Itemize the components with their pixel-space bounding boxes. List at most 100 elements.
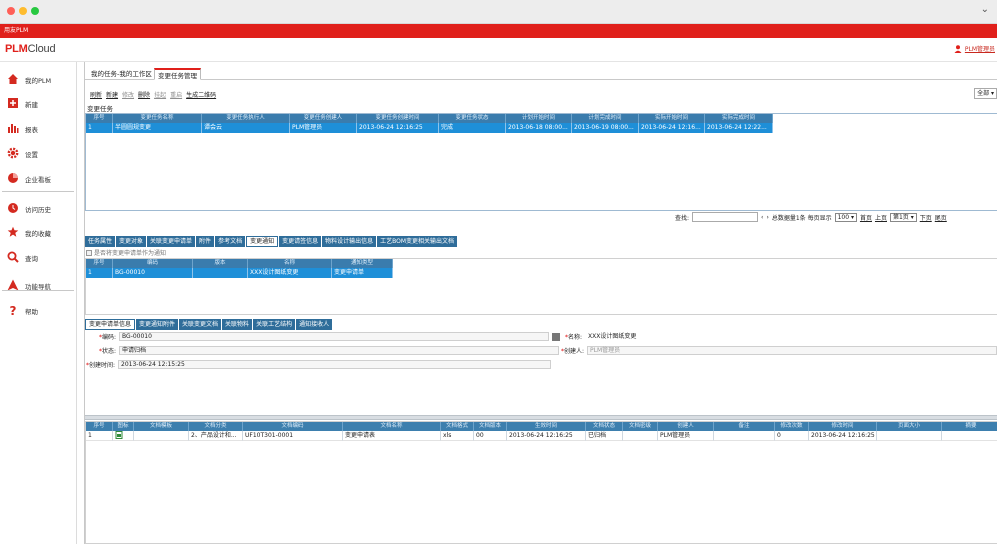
toolbar-button[interactable]: 刷新 [90, 90, 102, 99]
column-header[interactable]: 文档模板 [134, 422, 189, 431]
chevron-down-icon[interactable]: ⌄ [981, 4, 989, 15]
detail-tab[interactable]: 附件 [196, 236, 215, 247]
status-field[interactable]: 申请归档 [119, 346, 560, 355]
name-field[interactable]: XXX设计图纸变更 [585, 332, 996, 341]
column-header[interactable]: 计划开始时间 [506, 114, 572, 123]
column-header[interactable]: 序号 [86, 259, 113, 268]
sidebar-item-star[interactable]: 我的收藏 [0, 223, 76, 243]
page-size-select[interactable]: 100 ▾ [834, 212, 857, 222]
toolbar-button[interactable]: 挂起 [154, 90, 166, 99]
sub-tab[interactable]: 关联物料 [222, 319, 253, 330]
toolbar-button[interactable]: 重启 [170, 90, 182, 99]
column-header[interactable]: 变更任务创建时间 [357, 114, 439, 123]
close-window-button[interactable] [7, 7, 15, 15]
app-logo[interactable]: PLMCloud [5, 43, 56, 55]
column-header[interactable]: 文档密级 [623, 422, 658, 431]
column-header[interactable]: 变更任务名称 [113, 114, 202, 123]
detail-tab[interactable]: 工艺BOM变更相关输出文档 [377, 236, 458, 247]
table-row[interactable]: 1 2、产品设计和... UF10T301-0001 变更申请表 xls 00 2013-0… [86, 431, 997, 441]
toolbar-button[interactable]: 新建 [106, 90, 118, 99]
sub-tab[interactable]: 变更申请单信息 [85, 319, 136, 330]
page-select[interactable]: 第1页 ▾ [889, 212, 917, 222]
detail-tab[interactable]: 变更通知 [246, 236, 279, 247]
sidebar-item-search[interactable]: 查询 [0, 248, 76, 268]
next-arrow-icon[interactable]: › [766, 214, 768, 221]
column-header[interactable]: 修改时间 [809, 422, 877, 431]
prev-arrow-icon[interactable]: ‹ [761, 214, 763, 221]
column-header[interactable]: 变更任务状态 [439, 114, 506, 123]
prev-page-link[interactable]: 上页 [875, 213, 887, 222]
maximize-window-button[interactable] [31, 7, 39, 15]
column-header[interactable]: 图标 [113, 422, 134, 431]
sidebar-item-report[interactable]: 报表 [0, 119, 76, 139]
sub-tab[interactable]: 变更通知附件 [136, 319, 179, 330]
sidebar-item-gear[interactable]: 设置 [0, 144, 76, 164]
column-header[interactable]: 变更任务执行人 [202, 114, 290, 123]
toolbar-button[interactable]: 生成二维码 [186, 90, 216, 99]
search-input[interactable] [692, 212, 759, 222]
column-header[interactable]: 序号 [86, 422, 113, 431]
toolbar-button[interactable]: 删除 [138, 90, 150, 99]
created-field[interactable]: 2013-06-24 12:15:25 [118, 360, 552, 369]
column-header[interactable]: 编码 [113, 259, 193, 268]
table-row[interactable]: 1 BG-00010 XXX设计图纸变更 变更申请单 [86, 268, 393, 278]
sidebar-item-dashboard[interactable]: 企业看板 [0, 169, 76, 189]
detail-tab[interactable]: 变更对象 [116, 236, 147, 247]
column-header[interactable]: 名称 [248, 259, 332, 268]
column-header[interactable]: 文档编码 [243, 422, 343, 431]
notice-checkbox-row[interactable]: 是否将变更申请单作为通知 [86, 248, 166, 257]
first-page-link[interactable]: 首页 [860, 213, 872, 222]
column-header[interactable]: 修改次数 [775, 422, 809, 431]
splitter[interactable] [85, 415, 997, 420]
toolbar-button[interactable]: 修改 [122, 90, 134, 99]
detail-tab[interactable]: 参考文档 [215, 236, 246, 247]
sidebar-divider [2, 290, 74, 291]
column-header[interactable]: 变更任务创建人 [290, 114, 357, 123]
column-header[interactable]: 生效时间 [507, 422, 586, 431]
sidebar-item-history[interactable]: 访问历史 [0, 199, 76, 219]
sidebar-item-help[interactable]: ? 帮助 [0, 301, 76, 321]
sub-tab[interactable]: 通知接收人 [296, 319, 333, 330]
code-picker-icon[interactable] [552, 332, 561, 341]
notice-checkbox[interactable] [86, 249, 92, 256]
table-row[interactable]: 1 半圆圆规变更 谭会云 PLM管理员 2013-06-24 12:16:25 完成 201… [86, 123, 773, 133]
column-header[interactable]: 文档格式 [441, 422, 474, 431]
column-header[interactable]: 文档状态 [586, 422, 623, 431]
detail-tab[interactable]: 物料设计输出信息 [322, 236, 377, 247]
tab-my-workspace[interactable]: 我的任务-我的工作区 [88, 68, 155, 80]
column-header[interactable]: 文档名称 [343, 422, 441, 431]
detail-tab[interactable]: 关联变更申请单 [147, 236, 196, 247]
minimize-window-button[interactable] [19, 7, 27, 15]
table-cell: 2013-06-24 12:22... [705, 123, 773, 133]
next-page-link[interactable]: 下页 [920, 213, 932, 222]
code-field[interactable]: BG-00010 [119, 332, 550, 341]
sidebar-item-home[interactable]: 我的PLM [0, 70, 76, 90]
filter-select[interactable]: 全部 ▾ [974, 88, 997, 99]
sidebar-item-label: 企业看板 [25, 176, 51, 184]
last-page-link[interactable]: 尾页 [935, 213, 947, 222]
column-header[interactable]: 文档版本 [474, 422, 507, 431]
detail-tab[interactable]: 变更请签信息 [279, 236, 322, 247]
column-header[interactable]: 创建人 [658, 422, 714, 431]
column-header[interactable]: 实际开始时间 [639, 114, 705, 123]
search-label: 查找: [675, 214, 690, 222]
sidebar-item-navigation[interactable]: 功能导航 [0, 276, 76, 296]
column-header[interactable]: 通知类型 [332, 259, 393, 268]
column-header[interactable]: 页面大小 [877, 422, 942, 431]
table-cell: 谭会云 [202, 123, 290, 133]
column-header[interactable]: 备注 [714, 422, 775, 431]
column-header[interactable]: 序号 [86, 114, 113, 123]
column-header[interactable]: 文档分类 [189, 422, 243, 431]
user-name[interactable]: PLM管理员 [965, 44, 995, 53]
sidebar-item-new[interactable]: 新建 [0, 94, 76, 114]
column-header[interactable]: 实际完成时间 [705, 114, 773, 123]
detail-tab[interactable]: 任务属性 [85, 236, 116, 247]
column-header[interactable]: 摘要 [942, 422, 997, 431]
sub-tab[interactable]: 关联变更文档 [179, 319, 222, 330]
user-menu[interactable]: PLM管理员 [954, 44, 995, 53]
column-header[interactable]: 版本 [193, 259, 248, 268]
sub-tab[interactable]: 关联工艺结构 [253, 319, 296, 330]
tab-change-task-management[interactable]: 变更任务管理 [154, 68, 201, 80]
table-cell: 已归档 [586, 431, 623, 441]
column-header[interactable]: 计划完成时间 [572, 114, 639, 123]
